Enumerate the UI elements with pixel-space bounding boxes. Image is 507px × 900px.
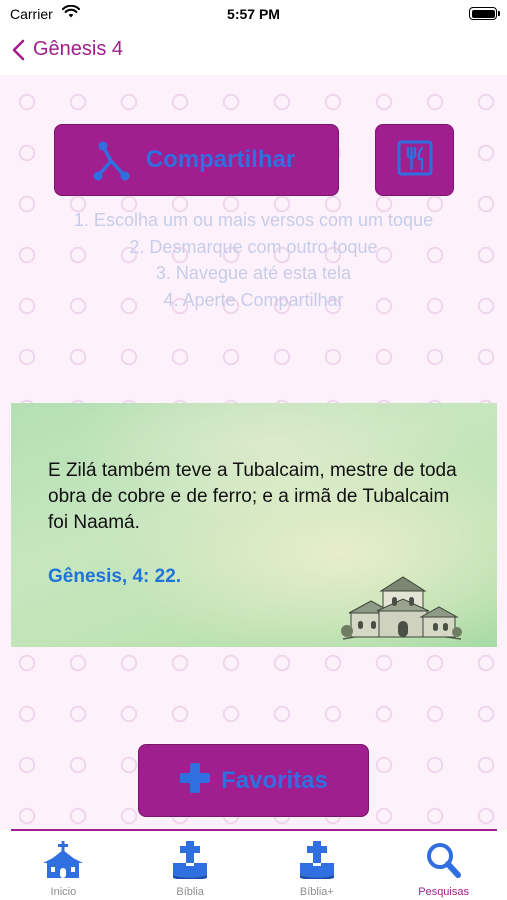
status-time: 5:57 PM xyxy=(227,6,280,22)
tab-biblia[interactable]: Bíblia xyxy=(127,831,254,900)
tab-label: Bíblia xyxy=(176,886,204,898)
restaurant-button[interactable] xyxy=(375,124,454,196)
verse-text: E Zilá também teve a Tubalcaim, mestre d… xyxy=(48,460,457,533)
share-instructions: 1. Escolha um ou mais versos com um toqu… xyxy=(0,207,507,313)
bible-icon xyxy=(168,841,212,884)
back-label: Gênesis 4 xyxy=(33,38,124,60)
verse-reference: Gênesis, 4: 22. xyxy=(48,566,182,587)
tab-bar: Inicio Bíblia Bíblia+ Pesquisas xyxy=(0,831,507,900)
instruction-step: 2. Desmarque com outro toque xyxy=(129,236,378,257)
church-icon xyxy=(41,841,85,884)
bible-plus-icon xyxy=(295,841,339,884)
restaurant-icon xyxy=(397,140,433,181)
search-icon xyxy=(422,841,466,884)
back-button[interactable]: Gênesis 4 xyxy=(12,38,123,61)
chevron-left-icon xyxy=(12,39,25,61)
navigation-bar: Gênesis 4 xyxy=(0,30,507,75)
instruction-step: 3. Navegue até esta tela xyxy=(155,263,352,283)
church-illustration xyxy=(341,573,463,646)
tab-pesquisas[interactable]: Pesquisas xyxy=(380,831,507,900)
favorites-label: Favoritas xyxy=(221,766,328,794)
share-button[interactable]: Compartilhar xyxy=(54,124,339,196)
tab-biblia-plus[interactable]: Bíblia+ xyxy=(254,831,381,900)
status-bar: Carrier 5:57 PM xyxy=(0,0,507,30)
instruction-step: 1. Escolha um ou mais versos com um toqu… xyxy=(73,210,434,230)
instruction-step: 4. Aperte Compartilhar xyxy=(163,289,344,310)
battery-icon xyxy=(469,7,500,20)
favorites-button[interactable]: Favoritas xyxy=(138,744,369,817)
verse-card: E Zilá também teve a Tubalcaim, mestre d… xyxy=(11,403,497,647)
tab-inicio[interactable]: Inicio xyxy=(0,831,127,900)
tab-label: Bíblia+ xyxy=(299,886,334,898)
main-content: Compartilhar 1. Escolha um ou mais verso… xyxy=(0,75,507,830)
share-icon xyxy=(93,140,131,187)
share-label: Compartilhar xyxy=(145,146,296,173)
tab-label: Inicio xyxy=(50,886,77,898)
tab-label: Pesquisas xyxy=(418,886,469,898)
plus-icon xyxy=(179,762,211,799)
